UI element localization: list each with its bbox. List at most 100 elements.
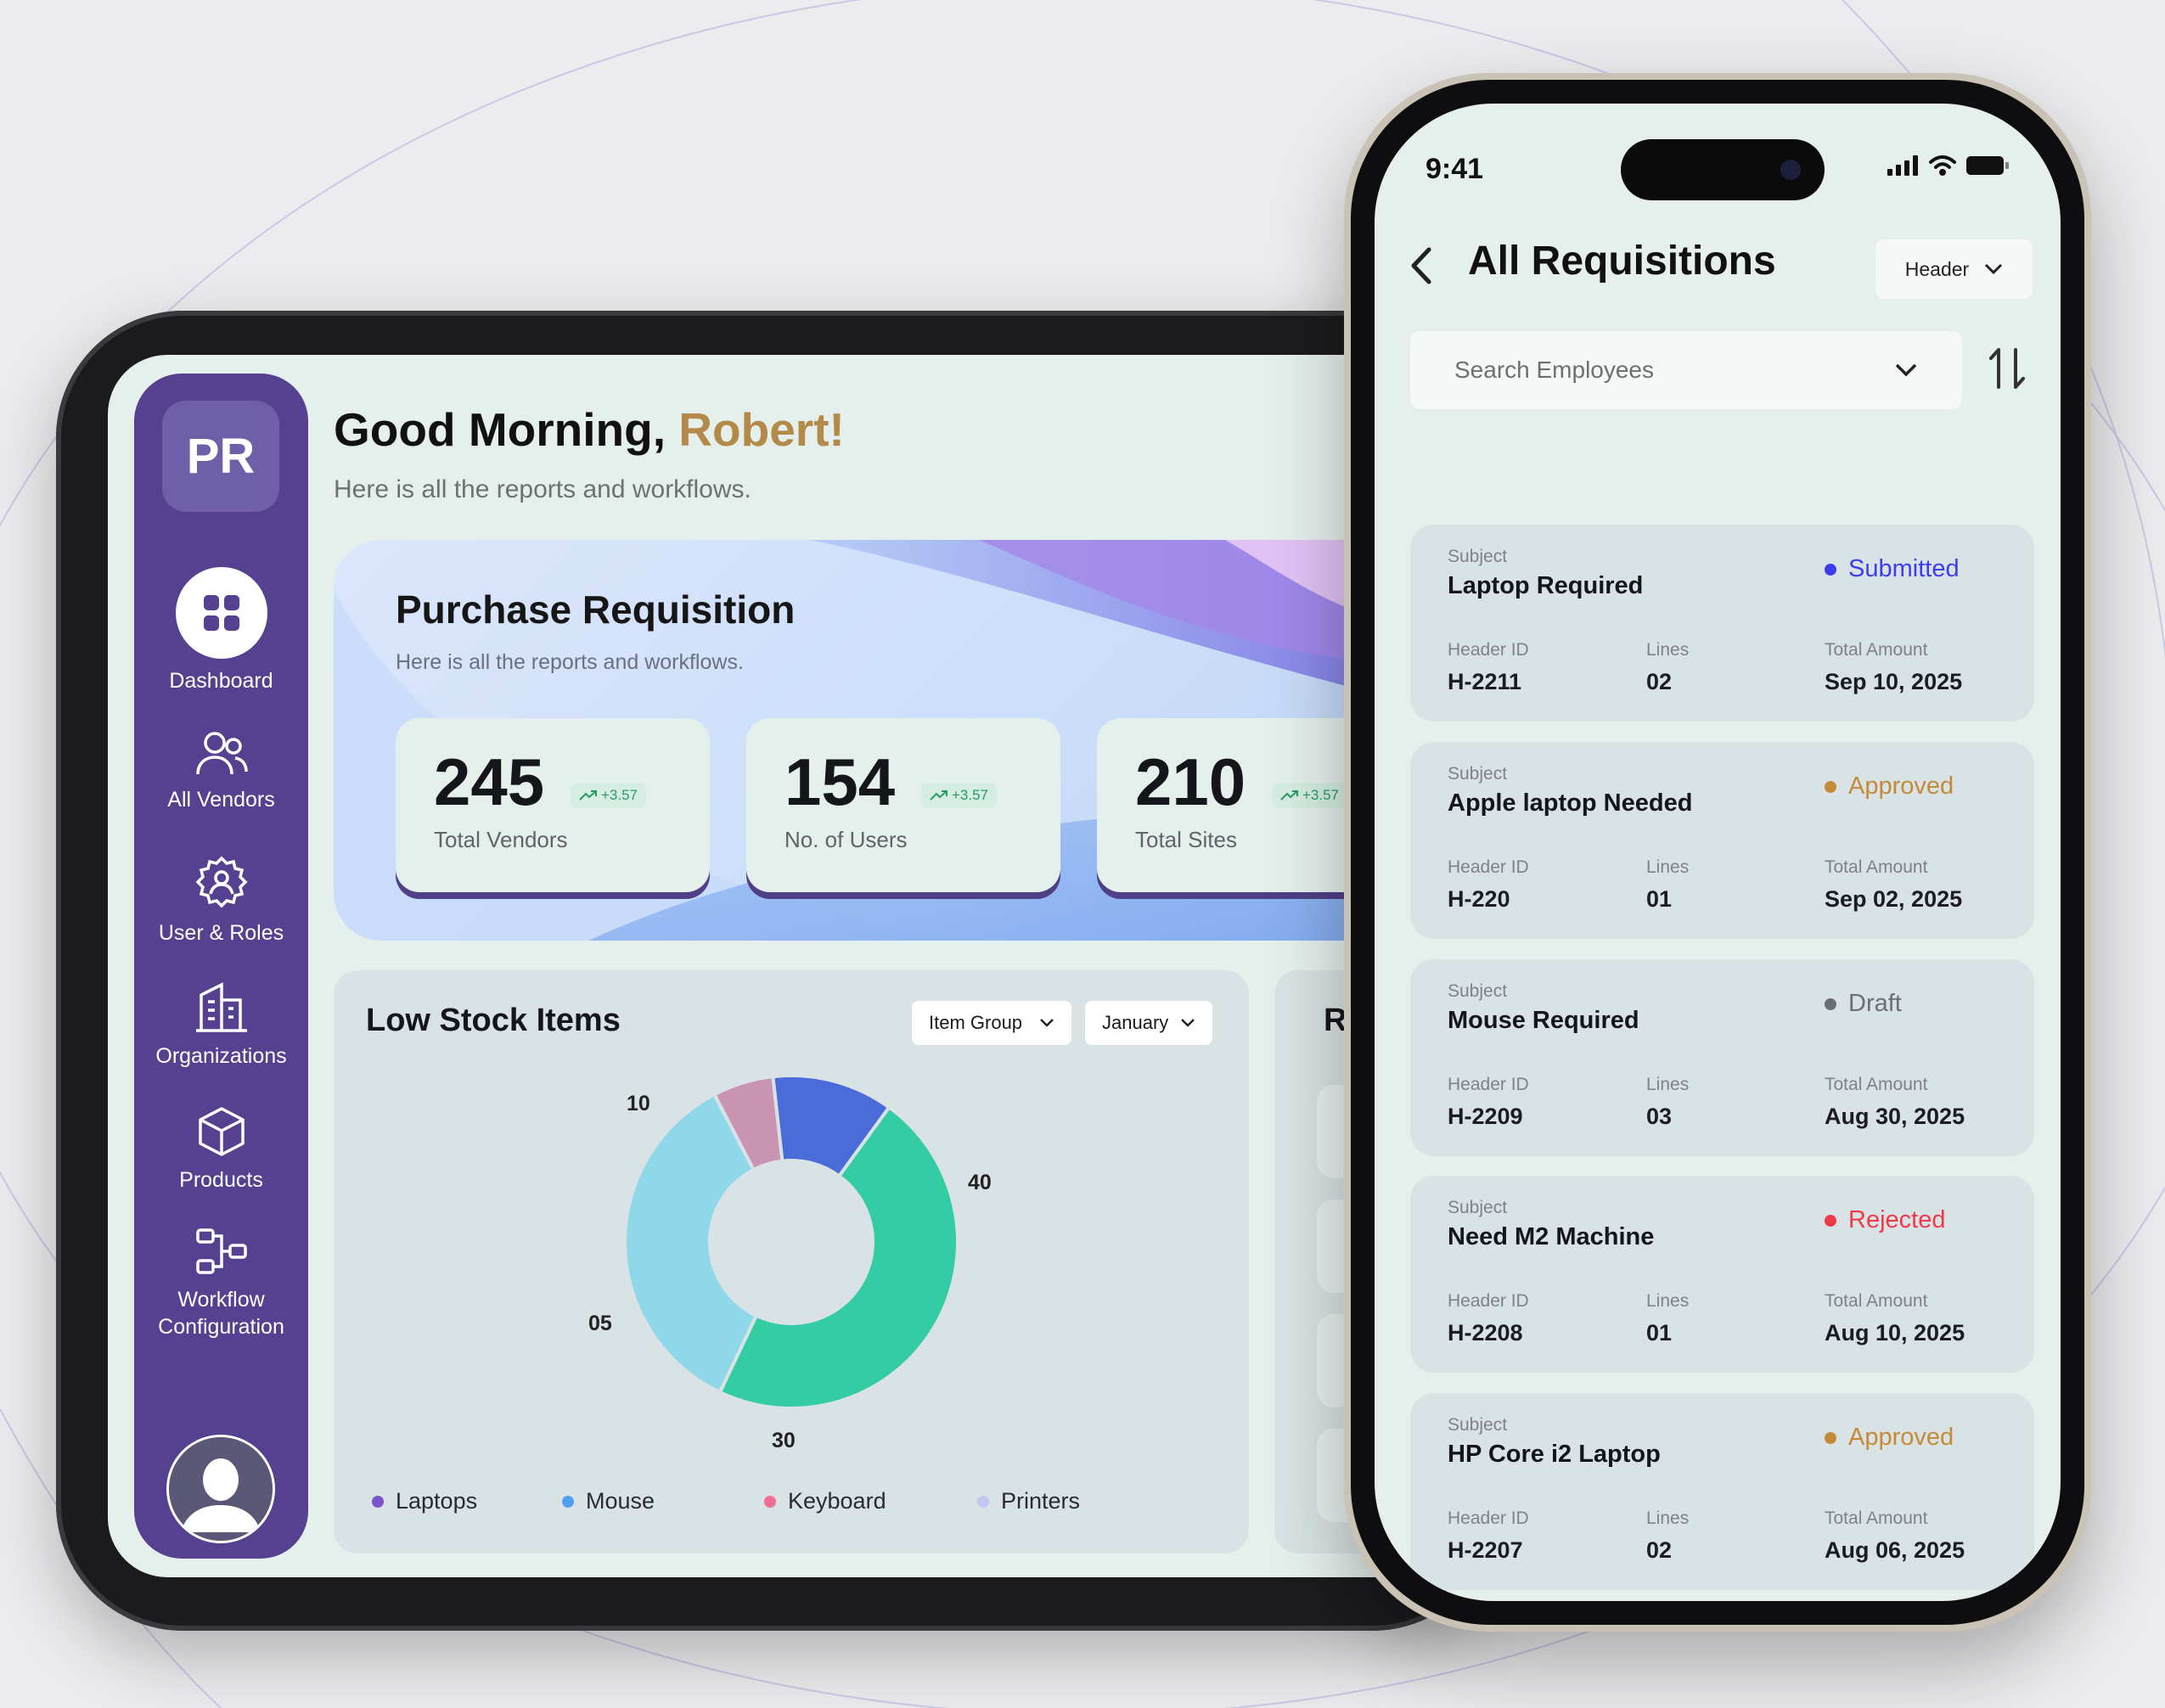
stat-label: Total Vendors (434, 827, 568, 852)
legend-label: Keyboard (788, 1488, 886, 1514)
greeting-heading: Good Morning, Robert! (334, 402, 845, 457)
status-dot (1825, 563, 1836, 576)
trend-badge: +3.57 (571, 783, 647, 808)
box-icon (198, 1107, 245, 1156)
requisition-card[interactable]: Subject Mouse Required Draft Header ID Lines… (1410, 959, 2034, 1156)
legend-item-mouse: Mouse (562, 1488, 655, 1514)
lines-label: Lines (1646, 1509, 1690, 1528)
sidebar-item-user-roles[interactable]: User & Roles (134, 855, 308, 947)
back-arrow-icon[interactable] (1409, 246, 1434, 285)
legend-label: Printers (1001, 1488, 1081, 1514)
stat-label: No. of Users (784, 827, 908, 852)
sidebar-item-all-vendors[interactable]: All Vendors (134, 730, 308, 813)
header-id-label: Header ID (1448, 857, 1529, 877)
legend-item-printers: Printers (977, 1488, 1080, 1514)
sidebar-item-label: Organizations (155, 1044, 287, 1068)
person-icon (169, 1437, 273, 1541)
wifi-icon (1929, 155, 1956, 176)
sidebar-item-label: Products (179, 1168, 263, 1192)
tablet-screen: PR Dashboard All Vendors User & Roles Or… (108, 355, 1381, 1577)
sidebar-item-label: User & Roles (158, 921, 284, 945)
subject-label: Subject (1448, 981, 1508, 1001)
lines-label: Lines (1646, 1075, 1690, 1094)
status-text: Approved (1848, 1424, 1954, 1451)
screen-title: All Requisitions (1468, 239, 1776, 284)
trend-value: +3.57 (601, 787, 638, 803)
requisition-subject: Apple laptop Needed (1448, 789, 1693, 817)
header-id-value: H-2207 (1448, 1537, 1523, 1563)
requisition-subject: Need M2 Machine (1448, 1223, 1655, 1250)
status-dot (1825, 780, 1836, 793)
header-dropdown-button[interactable]: Header (1875, 239, 2033, 299)
header-id-value: H-2208 (1448, 1320, 1523, 1346)
sidebar-item-label: Dashboard (169, 669, 273, 693)
status-text: Draft (1848, 990, 1902, 1017)
status-icons (1887, 155, 2010, 177)
dynamic-island (1621, 139, 1825, 200)
employee-search-select[interactable]: Search Employees (1410, 331, 1962, 409)
greeting-subtitle: Here is all the reports and workflows. (334, 475, 751, 503)
total-amount-label: Total Amount (1825, 1509, 1928, 1528)
header-id-label: Header ID (1448, 640, 1529, 660)
total-amount-label: Total Amount (1825, 1291, 1928, 1311)
trend-badge: +3.57 (921, 783, 998, 808)
trend-up-icon (579, 790, 597, 801)
sort-icon[interactable] (1988, 346, 2027, 390)
legend-dot (372, 1495, 384, 1508)
trend-badge: +3.57 (1272, 783, 1348, 808)
lines-value: 02 (1646, 669, 1673, 694)
stat-card-total-vendors[interactable]: 245 +3.57 Total Vendors (396, 718, 710, 892)
status-badge: Rejected (1825, 1206, 1945, 1234)
purchase-requisition-hero: Purchase Requisition Here is all the rep… (334, 540, 1381, 941)
requisition-card[interactable]: Subject Need M2 Machine Rejected Header ID L… (1410, 1176, 2034, 1373)
requisition-card[interactable]: Subject Apple laptop Needed Approved Header… (1410, 742, 2034, 939)
lines-label: Lines (1646, 1291, 1690, 1311)
lines-label: Lines (1646, 857, 1690, 877)
status-dot (1825, 997, 1836, 1010)
users-icon (195, 732, 248, 775)
trend-value: +3.57 (952, 787, 989, 803)
header-id-value: H-2211 (1448, 669, 1522, 694)
total-amount-label: Total Amount (1825, 857, 1928, 877)
header-button-label: Header (1904, 257, 1970, 280)
stat-label: Total Sites (1135, 827, 1237, 852)
subject-label: Subject (1448, 1198, 1508, 1217)
trend-up-icon (1280, 790, 1298, 801)
battery-icon (1966, 156, 2009, 175)
requisition-card[interactable]: Subject HP Core i2 Laptop Approved Header I… (1410, 1393, 2034, 1590)
header-id-label: Header ID (1448, 1075, 1529, 1094)
phone-screen: 9:41 All Requisitions Header Search Empl… (1375, 104, 2061, 1601)
sidebar: PR Dashboard All Vendors User & Roles Or… (134, 374, 308, 1559)
header-id-label: Header ID (1448, 1291, 1529, 1311)
total-amount-label: Total Amount (1825, 1075, 1928, 1094)
sidebar-item-dashboard[interactable]: Dashboard (134, 567, 308, 694)
stat-card-users[interactable]: 154 +3.57 No. of Users (746, 718, 1060, 892)
hero-subtitle: Here is all the reports and workflows. (396, 650, 744, 674)
sidebar-item-workflow-configuration[interactable]: Workflow Configuration (134, 1227, 308, 1340)
phone-bezel: 9:41 All Requisitions Header Search Empl… (1351, 80, 2084, 1625)
sidebar-item-products[interactable]: Products (134, 1105, 308, 1194)
legend-dot (562, 1495, 574, 1508)
header-id-value: H-220 (1448, 886, 1510, 912)
greeting-prefix: Good Morning, (334, 403, 666, 456)
total-amount-value: Aug 30, 2025 (1825, 1104, 1965, 1129)
total-amount-value: Sep 10, 2025 (1825, 669, 1963, 694)
low-stock-panel: Low Stock Items Item Group January 10 40… (334, 970, 1249, 1553)
lines-value: 02 (1646, 1537, 1673, 1563)
search-placeholder: Search Employees (1454, 357, 1655, 383)
status-badge: Draft (1825, 990, 1902, 1018)
stat-card-total-sites[interactable]: 210 +3.57 Total Sites (1097, 718, 1381, 892)
status-badge: Approved (1825, 1424, 1954, 1452)
sidebar-item-organizations[interactable]: Organizations (134, 980, 308, 1070)
greeting-name: Robert! (678, 403, 845, 456)
workflow-icon (195, 1228, 247, 1274)
legend-label: Laptops (396, 1488, 478, 1514)
total-amount-value: Aug 10, 2025 (1825, 1320, 1965, 1346)
header-id-value: H-2209 (1448, 1104, 1523, 1129)
slice-label: 40 (968, 1171, 992, 1194)
lines-value: 01 (1646, 886, 1673, 912)
app-logo[interactable]: PR (162, 401, 279, 512)
user-avatar[interactable] (166, 1435, 275, 1543)
requisition-card[interactable]: Subject Laptop Required Submitted Header ID… (1410, 525, 2034, 722)
low-stock-donut-chart (623, 1074, 959, 1410)
